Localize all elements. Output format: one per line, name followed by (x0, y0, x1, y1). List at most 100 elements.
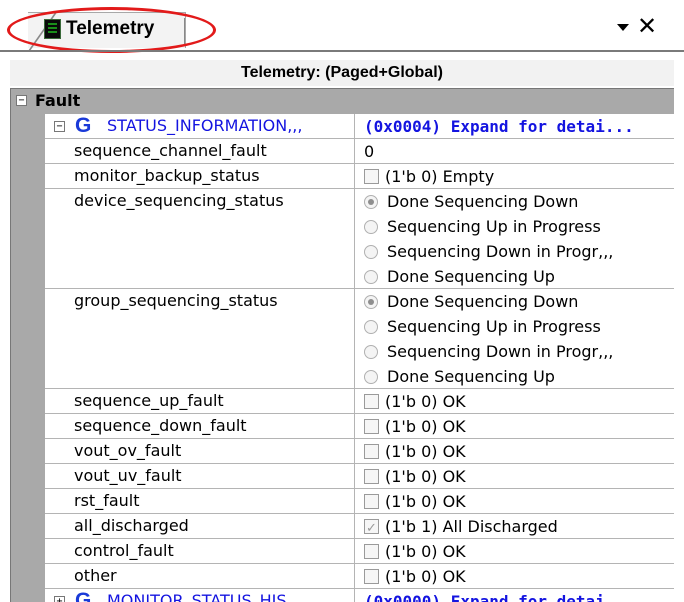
property-value[interactable]: (1'b 0) OK (356, 414, 674, 438)
property-value[interactable]: (1'b 0) OK (356, 439, 674, 463)
close-icon[interactable]: ✕ (637, 15, 657, 39)
collapse-icon[interactable]: − (16, 95, 27, 106)
radio-option[interactable]: Done Sequencing Up (364, 364, 674, 388)
radio-option[interactable]: Done Sequencing Down (364, 289, 674, 314)
checkbox[interactable] (364, 419, 379, 434)
group-name-cell: + G MONITOR_STATUS_HIS,,, (45, 589, 355, 602)
property-value[interactable]: (1'b 0) Empty (356, 164, 674, 188)
group-icon: G (75, 589, 92, 602)
property-name: control_fault (45, 539, 355, 563)
group-row-status-information[interactable]: − G STATUS_INFORMATION,,, (0x0004) Expan… (45, 114, 674, 139)
radio-label: Sequencing Down in Progr,,, (387, 342, 614, 361)
category-label: Fault (35, 91, 81, 110)
table-row[interactable]: rst_fault (1'b 0) OK (45, 489, 674, 514)
group-icon: G (75, 114, 92, 137)
expand-icon[interactable]: + (54, 596, 65, 602)
radio-label: Done Sequencing Down (387, 192, 579, 211)
property-value[interactable]: (1'b 0) OK (356, 489, 674, 513)
checkbox-label: (1'b 0) Empty (385, 167, 495, 186)
dropdown-arrow-icon[interactable] (617, 24, 629, 31)
table-row[interactable]: vout_ov_fault (1'b 0) OK (45, 439, 674, 464)
radio-label: Sequencing Up in Progress (387, 317, 601, 336)
radio-label: Sequencing Up in Progress (387, 217, 601, 236)
table-row[interactable]: vout_uv_fault (1'b 0) OK (45, 464, 674, 489)
checkbox-label: (1'b 0) OK (385, 492, 466, 511)
property-grid: − Fault − G STATUS_INFORMATION,,, (0x000… (10, 88, 674, 602)
property-rows: − G STATUS_INFORMATION,,, (0x0004) Expan… (45, 114, 674, 602)
annotation-oval (7, 7, 216, 53)
radio-button[interactable] (364, 345, 378, 359)
table-row[interactable]: monitor_backup_status (1'b 0) Empty (45, 164, 674, 189)
property-value[interactable]: 0 (356, 139, 674, 163)
checkbox[interactable] (364, 444, 379, 459)
tab-underline (0, 50, 684, 52)
table-row[interactable]: sequence_up_fault (1'b 0) OK (45, 389, 674, 414)
radio-button[interactable] (364, 320, 378, 334)
property-name: other (45, 564, 355, 588)
property-value[interactable]: (1'b 0) OK (356, 464, 674, 488)
property-name: device_sequencing_status (45, 189, 355, 288)
group-name: STATUS_INFORMATION,,, (107, 116, 303, 135)
property-name: sequence_up_fault (45, 389, 355, 413)
property-name: vout_ov_fault (45, 439, 355, 463)
radio-button[interactable] (364, 295, 378, 309)
checkbox-label: (1'b 0) OK (385, 467, 466, 486)
checkbox[interactable] (364, 169, 379, 184)
checkbox-label: (1'b 0) OK (385, 542, 466, 561)
group-name-cell: − G STATUS_INFORMATION,,, (45, 114, 355, 138)
group-name: MONITOR_STATUS_HIS,,, (107, 591, 302, 602)
radio-option[interactable]: Sequencing Down in Progr,,, (364, 339, 674, 364)
checkbox[interactable] (364, 516, 379, 538)
property-name: all_discharged (45, 514, 355, 538)
group-value[interactable]: (0x0004) Expand for detai... (356, 114, 674, 138)
radio-option[interactable]: Sequencing Up in Progress (364, 314, 674, 339)
table-row[interactable]: device_sequencing_status Done Sequencing… (45, 189, 674, 289)
table-row[interactable]: group_sequencing_status Done Sequencing … (45, 289, 674, 389)
checkbox-label: (1'b 0) OK (385, 567, 466, 586)
radio-label: Done Sequencing Up (387, 267, 555, 286)
radio-label: Done Sequencing Down (387, 292, 579, 311)
checkbox[interactable] (364, 394, 379, 409)
property-name: monitor_backup_status (45, 164, 355, 188)
radio-button[interactable] (364, 370, 378, 384)
collapse-icon[interactable]: − (54, 121, 65, 132)
tab-strip: Telemetry ✕ (0, 0, 684, 57)
table-row[interactable]: control_fault (1'b 0) OK (45, 539, 674, 564)
table-row[interactable]: other (1'b 0) OK (45, 564, 674, 589)
table-row[interactable]: sequence_channel_fault 0 (45, 139, 674, 164)
radio-option[interactable]: Sequencing Down in Progr,,, (364, 239, 674, 264)
category-row-fault[interactable]: − Fault (11, 89, 674, 114)
checkbox-label: (1'b 0) OK (385, 442, 466, 461)
checkbox[interactable] (364, 494, 379, 509)
checkbox-label: (1'b 0) OK (385, 417, 466, 436)
radio-button[interactable] (364, 195, 378, 209)
property-value[interactable]: (1'b 0) OK (356, 389, 674, 413)
property-name: vout_uv_fault (45, 464, 355, 488)
property-name: rst_fault (45, 489, 355, 513)
radio-button[interactable] (364, 270, 378, 284)
property-name: sequence_down_fault (45, 414, 355, 438)
radio-group: Done Sequencing Down Sequencing Up in Pr… (356, 289, 674, 388)
radio-option[interactable]: Done Sequencing Down (364, 189, 674, 214)
property-value[interactable]: (1'b 1) All Discharged (356, 514, 674, 538)
radio-option[interactable]: Done Sequencing Up (364, 264, 674, 288)
table-row[interactable]: sequence_down_fault (1'b 0) OK (45, 414, 674, 439)
property-value[interactable]: (1'b 0) OK (356, 539, 674, 563)
table-row[interactable]: all_discharged (1'b 1) All Discharged (45, 514, 674, 539)
checkbox[interactable] (364, 544, 379, 559)
checkbox-label: (1'b 0) OK (385, 392, 466, 411)
panel-title: Telemetry: (Paged+Global) (10, 60, 674, 86)
group-value[interactable]: (0x0000) Expand for detai... (356, 589, 674, 602)
checkbox[interactable] (364, 569, 379, 584)
group-row-monitor-status[interactable]: + G MONITOR_STATUS_HIS,,, (0x0000) Expan… (45, 589, 674, 602)
radio-button[interactable] (364, 245, 378, 259)
checkbox[interactable] (364, 469, 379, 484)
radio-group: Done Sequencing Down Sequencing Up in Pr… (356, 189, 674, 288)
property-name: group_sequencing_status (45, 289, 355, 388)
radio-option[interactable]: Sequencing Up in Progress (364, 214, 674, 239)
checkbox-label: (1'b 1) All Discharged (385, 517, 558, 536)
radio-label: Done Sequencing Up (387, 367, 555, 386)
radio-label: Sequencing Down in Progr,,, (387, 242, 614, 261)
property-value[interactable]: (1'b 0) OK (356, 564, 674, 588)
radio-button[interactable] (364, 220, 378, 234)
